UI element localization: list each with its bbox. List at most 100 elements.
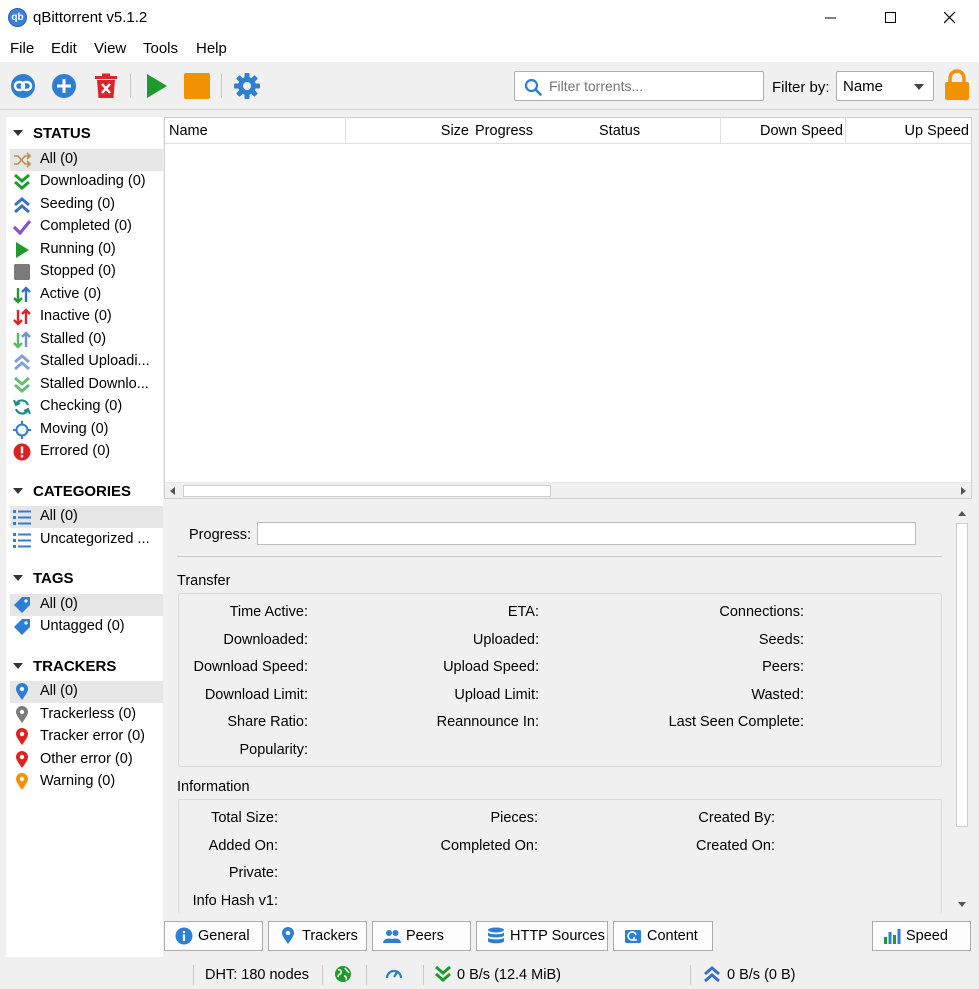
tab-trackers-label: Trackers — [302, 928, 358, 944]
status-item-inactive[interactable]: Inactive (0) — [10, 306, 163, 328]
categories-section-header[interactable]: CATEGORIES — [6, 481, 163, 503]
column-header-size[interactable]: Size — [346, 118, 471, 144]
last-seen-complete-label: Last Seen Complete: — [668, 714, 804, 730]
status-item-errored[interactable]: Errored (0) — [10, 441, 163, 463]
info-hash-v1-label: Info Hash v1: — [192, 893, 278, 909]
status-item-completed[interactable]: Completed (0) — [10, 216, 163, 238]
filter-torrents-box[interactable] — [514, 71, 764, 101]
tag-icon — [14, 597, 30, 613]
status-item-label: All (0) — [40, 151, 78, 167]
start-torrent-button[interactable] — [140, 70, 172, 102]
tab-http-sources[interactable]: HTTP Sources — [476, 921, 608, 951]
qbittorrent-logo-icon: qb — [8, 8, 27, 27]
category-item-label: All (0) — [40, 508, 78, 524]
status-item-running[interactable]: Running (0) — [10, 239, 163, 261]
tracker-item-tracker-error[interactable]: Tracker error (0) — [10, 726, 163, 748]
transfer-group-box: Time Active: Downloaded: Download Speed:… — [178, 593, 942, 767]
status-item-label: Stopped (0) — [40, 263, 116, 279]
status-item-stalled[interactable]: Stalled (0) — [10, 329, 163, 351]
tab-content[interactable]: Content — [613, 921, 713, 951]
torrent-list[interactable]: Name Size Progress Status Down Speed Up … — [164, 117, 972, 499]
toolbar: Filter by: Name — [0, 62, 979, 110]
column-header-up-speed[interactable]: Up Speed — [846, 118, 971, 144]
maximize-button[interactable] — [862, 0, 920, 36]
status-item-label: Downloading (0) — [40, 173, 146, 189]
status-item-label: Running (0) — [40, 241, 116, 257]
horizontal-scrollbar[interactable] — [165, 482, 971, 498]
close-button[interactable] — [921, 0, 979, 36]
tab-trackers[interactable]: Trackers — [268, 921, 367, 951]
menu-help[interactable]: Help — [196, 40, 227, 57]
status-item-stalled-uploading[interactable]: Stalled Uploadi... — [10, 351, 163, 373]
scroll-right-arrow-icon[interactable] — [961, 487, 966, 495]
scrollbar-thumb[interactable] — [956, 523, 968, 827]
add-torrent-link-button[interactable] — [7, 70, 39, 102]
tags-section-header[interactable]: TAGS — [6, 568, 163, 590]
filter-by-select[interactable]: Name — [836, 71, 934, 101]
status-item-downloading[interactable]: Downloading (0) — [10, 171, 163, 193]
minimize-button[interactable] — [802, 0, 860, 36]
speed-limit-icon[interactable] — [385, 965, 403, 983]
information-group-title: Information — [177, 779, 250, 795]
tab-speed[interactable]: Speed — [872, 921, 971, 951]
delete-torrent-button[interactable] — [90, 70, 122, 102]
scroll-down-arrow-icon[interactable] — [958, 902, 966, 907]
status-item-seeding[interactable]: Seeding (0) — [10, 194, 163, 216]
menu-bar: File Edit View Tools Help — [0, 36, 979, 62]
tab-peers[interactable]: Peers — [372, 921, 471, 951]
trackers-section-header[interactable]: TRACKERS — [6, 656, 163, 678]
download-limit-label: Download Limit: — [204, 687, 308, 703]
globe-icon[interactable] — [334, 965, 352, 983]
tracker-item-other-error[interactable]: Other error (0) — [10, 749, 163, 771]
inactive-transfer-icon — [13, 308, 31, 326]
status-item-stopped[interactable]: Stopped (0) — [10, 261, 163, 283]
filter-torrents-input[interactable] — [549, 77, 754, 95]
properties-panel: Progress: Transfer Time Active: Download… — [164, 505, 972, 913]
category-item-uncategorized[interactable]: Uncategorized ... — [10, 529, 163, 551]
scrollbar-thumb[interactable] — [183, 485, 551, 497]
share-ratio-label: Share Ratio: — [227, 714, 308, 730]
status-item-checking[interactable]: Checking (0) — [10, 396, 163, 418]
scroll-up-arrow-icon[interactable] — [958, 511, 966, 516]
vertical-scrollbar[interactable] — [954, 505, 970, 913]
tag-item-label: Untagged (0) — [40, 618, 125, 634]
tracker-item-trackerless[interactable]: Trackerless (0) — [10, 704, 163, 726]
stop-torrent-button[interactable] — [181, 70, 213, 102]
trash-icon — [95, 73, 117, 98]
status-section-header[interactable]: STATUS — [6, 123, 163, 145]
column-header-down-speed[interactable]: Down Speed — [721, 118, 846, 144]
column-header-progress[interactable]: Progress — [471, 118, 595, 144]
status-item-label: Seeding (0) — [40, 196, 115, 212]
menu-file[interactable]: File — [10, 40, 34, 57]
menu-tools[interactable]: Tools — [143, 40, 178, 57]
list-icon — [13, 533, 31, 548]
tag-item-all[interactable]: All (0) — [10, 594, 163, 616]
tracker-item-warning[interactable]: Warning (0) — [10, 771, 163, 793]
status-item-all[interactable]: All (0) — [10, 149, 163, 171]
map-pin-icon — [16, 751, 28, 768]
statusbar-separator — [193, 965, 194, 985]
information-group-box: Total Size: Added On: Private: Info Hash… — [178, 799, 942, 913]
reannounce-in-label: Reannounce In: — [436, 714, 539, 730]
statusbar-separator — [322, 965, 323, 985]
status-item-stalled-downloading[interactable]: Stalled Downlo... — [10, 374, 163, 396]
upload-speed-label: Upload Speed: — [443, 659, 539, 675]
column-header-status[interactable]: Status — [595, 118, 721, 144]
collapse-arrow-icon — [13, 488, 23, 494]
tag-item-untagged[interactable]: Untagged (0) — [10, 616, 163, 638]
column-header-name[interactable]: Name — [165, 118, 346, 144]
menu-edit[interactable]: Edit — [51, 40, 77, 57]
torrent-list-header: Name Size Progress Status Down Speed Up … — [165, 118, 971, 144]
tab-general[interactable]: General — [164, 921, 263, 951]
add-torrent-file-button[interactable] — [48, 70, 80, 102]
scroll-left-arrow-icon[interactable] — [170, 487, 175, 495]
lock-ui-button[interactable] — [941, 69, 973, 101]
options-button[interactable] — [231, 70, 263, 102]
play-icon — [16, 242, 29, 258]
category-item-all[interactable]: All (0) — [10, 506, 163, 528]
tracker-item-all[interactable]: All (0) — [10, 681, 163, 703]
status-item-moving[interactable]: Moving (0) — [10, 419, 163, 441]
seeds-label: Seeds: — [758, 632, 804, 648]
menu-view[interactable]: View — [94, 40, 126, 57]
status-item-active[interactable]: Active (0) — [10, 284, 163, 306]
